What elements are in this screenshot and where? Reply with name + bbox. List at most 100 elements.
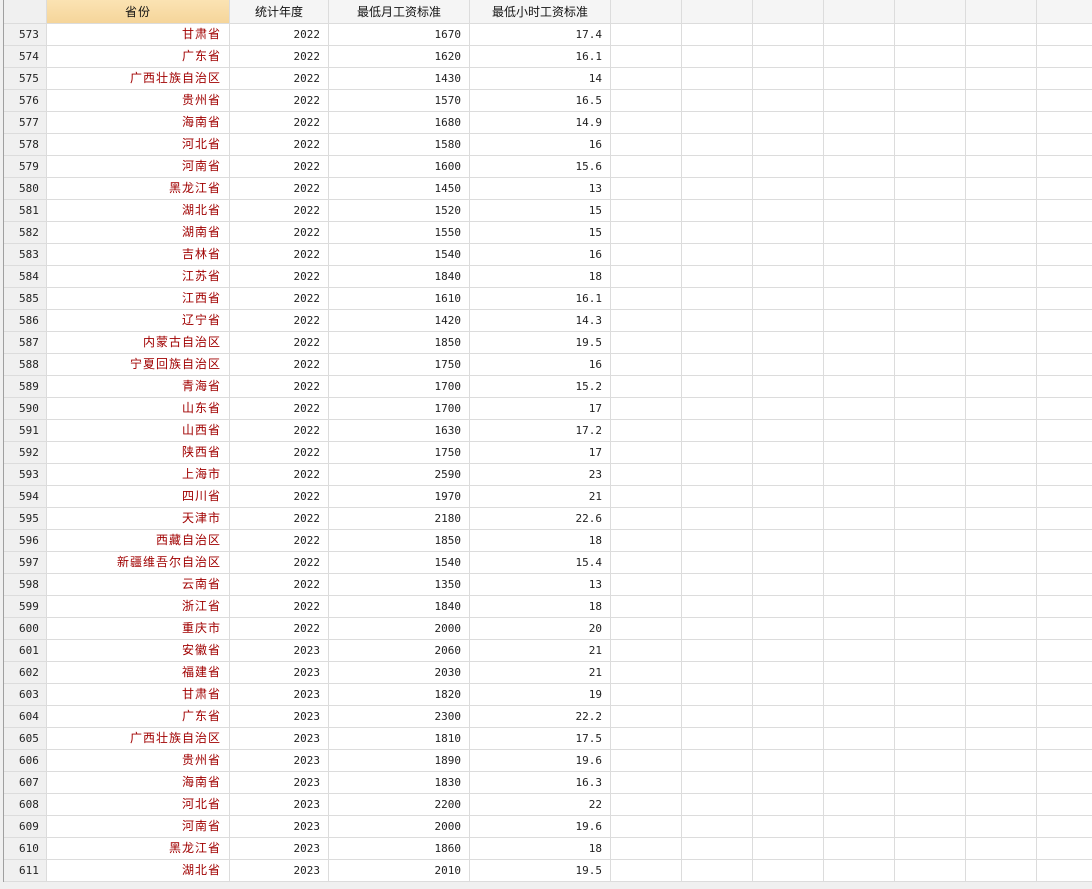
province-cell[interactable]: 新疆维吾尔自治区 bbox=[47, 552, 230, 574]
empty-cell[interactable] bbox=[824, 178, 895, 200]
empty-cell[interactable] bbox=[1037, 464, 1092, 486]
empty-cell[interactable] bbox=[682, 288, 753, 310]
empty-cell[interactable] bbox=[1037, 68, 1092, 90]
year-cell[interactable]: 2022 bbox=[230, 288, 329, 310]
empty-cell[interactable] bbox=[1037, 574, 1092, 596]
empty-cell[interactable] bbox=[966, 332, 1037, 354]
empty-cell[interactable] bbox=[753, 442, 824, 464]
table-row[interactable]: 600 重庆市 2022 2000 20 bbox=[4, 618, 1092, 640]
empty-cell[interactable] bbox=[682, 332, 753, 354]
empty-cell[interactable] bbox=[682, 816, 753, 838]
empty-cell[interactable] bbox=[682, 244, 753, 266]
empty-cell[interactable] bbox=[966, 640, 1037, 662]
province-cell[interactable]: 重庆市 bbox=[47, 618, 230, 640]
empty-cell[interactable] bbox=[611, 398, 682, 420]
empty-cell[interactable] bbox=[611, 112, 682, 134]
empty-cell[interactable] bbox=[753, 574, 824, 596]
empty-cell[interactable] bbox=[824, 838, 895, 860]
empty-cell[interactable] bbox=[753, 24, 824, 46]
column-header-empty[interactable] bbox=[753, 0, 824, 24]
empty-cell[interactable] bbox=[824, 68, 895, 90]
empty-cell[interactable] bbox=[682, 860, 753, 882]
row-number[interactable]: 582 bbox=[4, 222, 47, 244]
row-number[interactable]: 574 bbox=[4, 46, 47, 68]
hourly-wage-cell[interactable]: 21 bbox=[470, 486, 611, 508]
empty-cell[interactable] bbox=[1037, 376, 1092, 398]
monthly-wage-cell[interactable]: 1520 bbox=[329, 200, 470, 222]
empty-cell[interactable] bbox=[824, 552, 895, 574]
empty-cell[interactable] bbox=[611, 794, 682, 816]
empty-cell[interactable] bbox=[824, 530, 895, 552]
year-cell[interactable]: 2022 bbox=[230, 156, 329, 178]
hourly-wage-cell[interactable]: 18 bbox=[470, 596, 611, 618]
row-number[interactable]: 587 bbox=[4, 332, 47, 354]
empty-cell[interactable] bbox=[682, 354, 753, 376]
table-row[interactable]: 591 山西省 2022 1630 17.2 bbox=[4, 420, 1092, 442]
empty-cell[interactable] bbox=[895, 772, 966, 794]
hourly-wage-cell[interactable]: 14.9 bbox=[470, 112, 611, 134]
empty-cell[interactable] bbox=[966, 442, 1037, 464]
empty-cell[interactable] bbox=[966, 178, 1037, 200]
empty-cell[interactable] bbox=[895, 574, 966, 596]
year-cell[interactable]: 2022 bbox=[230, 24, 329, 46]
empty-cell[interactable] bbox=[824, 24, 895, 46]
province-cell[interactable]: 湖南省 bbox=[47, 222, 230, 244]
row-number[interactable]: 603 bbox=[4, 684, 47, 706]
province-cell[interactable]: 河南省 bbox=[47, 156, 230, 178]
empty-cell[interactable] bbox=[895, 222, 966, 244]
column-header-province[interactable]: 省份 bbox=[47, 0, 230, 24]
empty-cell[interactable] bbox=[1037, 156, 1092, 178]
empty-cell[interactable] bbox=[682, 464, 753, 486]
monthly-wage-cell[interactable]: 2030 bbox=[329, 662, 470, 684]
empty-cell[interactable] bbox=[611, 288, 682, 310]
hourly-wage-cell[interactable]: 13 bbox=[470, 574, 611, 596]
year-cell[interactable]: 2022 bbox=[230, 46, 329, 68]
empty-cell[interactable] bbox=[824, 222, 895, 244]
empty-cell[interactable] bbox=[895, 794, 966, 816]
empty-cell[interactable] bbox=[895, 618, 966, 640]
monthly-wage-cell[interactable]: 1820 bbox=[329, 684, 470, 706]
monthly-wage-cell[interactable]: 1700 bbox=[329, 376, 470, 398]
empty-cell[interactable] bbox=[824, 376, 895, 398]
empty-cell[interactable] bbox=[966, 156, 1037, 178]
empty-cell[interactable] bbox=[966, 420, 1037, 442]
empty-cell[interactable] bbox=[1037, 266, 1092, 288]
monthly-wage-cell[interactable]: 2200 bbox=[329, 794, 470, 816]
empty-cell[interactable] bbox=[966, 288, 1037, 310]
row-number[interactable]: 580 bbox=[4, 178, 47, 200]
empty-cell[interactable] bbox=[682, 486, 753, 508]
row-number[interactable]: 586 bbox=[4, 310, 47, 332]
empty-cell[interactable] bbox=[966, 200, 1037, 222]
hourly-wage-cell[interactable]: 16.1 bbox=[470, 288, 611, 310]
year-cell[interactable]: 2023 bbox=[230, 794, 329, 816]
monthly-wage-cell[interactable]: 2590 bbox=[329, 464, 470, 486]
table-row[interactable]: 590 山东省 2022 1700 17 bbox=[4, 398, 1092, 420]
empty-cell[interactable] bbox=[611, 508, 682, 530]
empty-cell[interactable] bbox=[824, 442, 895, 464]
empty-cell[interactable] bbox=[895, 662, 966, 684]
empty-cell[interactable] bbox=[753, 706, 824, 728]
empty-cell[interactable] bbox=[1037, 772, 1092, 794]
year-cell[interactable]: 2022 bbox=[230, 68, 329, 90]
empty-cell[interactable] bbox=[895, 640, 966, 662]
empty-cell[interactable] bbox=[824, 684, 895, 706]
monthly-wage-cell[interactable]: 1680 bbox=[329, 112, 470, 134]
table-row[interactable]: 574 广东省 2022 1620 16.1 bbox=[4, 46, 1092, 68]
row-number[interactable]: 610 bbox=[4, 838, 47, 860]
province-cell[interactable]: 青海省 bbox=[47, 376, 230, 398]
empty-cell[interactable] bbox=[895, 244, 966, 266]
empty-cell[interactable] bbox=[753, 530, 824, 552]
row-number[interactable]: 577 bbox=[4, 112, 47, 134]
hourly-wage-cell[interactable]: 20 bbox=[470, 618, 611, 640]
corner-cell[interactable] bbox=[4, 0, 47, 24]
empty-cell[interactable] bbox=[682, 442, 753, 464]
empty-cell[interactable] bbox=[611, 222, 682, 244]
empty-cell[interactable] bbox=[895, 46, 966, 68]
province-cell[interactable]: 云南省 bbox=[47, 574, 230, 596]
empty-cell[interactable] bbox=[611, 90, 682, 112]
empty-cell[interactable] bbox=[682, 134, 753, 156]
empty-cell[interactable] bbox=[895, 112, 966, 134]
province-cell[interactable]: 山西省 bbox=[47, 420, 230, 442]
year-cell[interactable]: 2023 bbox=[230, 750, 329, 772]
empty-cell[interactable] bbox=[966, 244, 1037, 266]
